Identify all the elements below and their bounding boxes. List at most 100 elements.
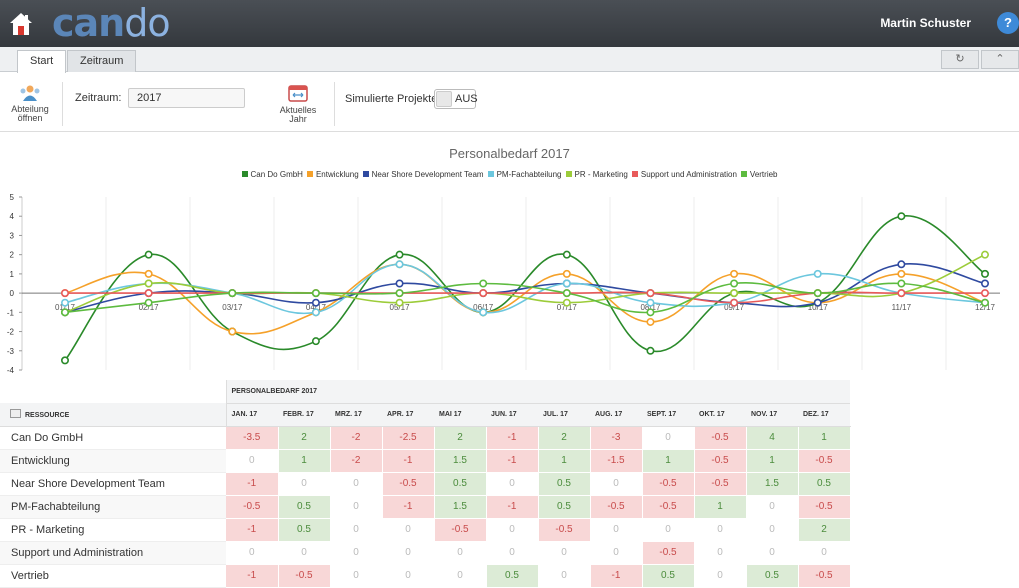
value-cell[interactable]: 2 <box>434 426 487 450</box>
table-row[interactable]: PR - Marketing -1 0.5 0 0 -0.5 0 -0.5 0 0 0 0 2 <box>0 518 851 542</box>
month-header[interactable]: NOV. 17 <box>746 403 798 427</box>
value-cell[interactable]: -0.5 <box>642 495 695 519</box>
table-row[interactable]: Vertrieb -1 -0.5 0 0 0 0.5 0 -1 0.5 0 0.5 -0.5 <box>0 564 851 588</box>
value-cell[interactable]: 0 <box>798 541 851 565</box>
value-cell[interactable]: 0.5 <box>434 472 487 496</box>
table-row[interactable]: PM-Fachabteilung -0.5 0.5 0 -1 1.5 -1 0.5 -0.5 -0… <box>0 495 851 519</box>
value-cell[interactable]: -3 <box>590 426 643 450</box>
aktuelles-jahr-button[interactable]: Aktuelles Jahr <box>272 84 324 124</box>
refresh-button[interactable]: ↻ <box>941 50 979 69</box>
table-row[interactable]: Entwicklung 0 1 -2 -1 1.5 -1 1 -1.5 1 -0.5 1 -0.5 <box>0 449 851 473</box>
value-cell[interactable]: 0 <box>382 518 435 542</box>
legend-item[interactable]: Vertrieb <box>740 170 778 179</box>
value-cell[interactable]: 0 <box>226 541 279 565</box>
value-cell[interactable]: 0 <box>486 472 539 496</box>
simuliert-toggle[interactable]: AUS <box>434 89 478 109</box>
user-name[interactable]: Martin Schuster <box>880 16 971 30</box>
month-header[interactable]: APR. 17 <box>382 403 434 427</box>
tab-zeitraum[interactable]: Zeitraum <box>67 50 137 72</box>
table-row[interactable]: Near Shore Development Team -1 0 0 -0.5 0.5 0 0… <box>0 472 851 496</box>
value-cell[interactable]: -0.5 <box>642 472 695 496</box>
home-icon[interactable] <box>8 11 34 37</box>
help-icon[interactable]: ? <box>997 12 1019 34</box>
legend-item[interactable]: PM-Fachabteilung <box>487 170 562 179</box>
value-cell[interactable]: -0.5 <box>694 449 747 473</box>
value-cell[interactable]: 0 <box>486 541 539 565</box>
month-header[interactable]: SEPT. 17 <box>642 403 694 427</box>
value-cell[interactable]: 0 <box>434 564 487 588</box>
value-cell[interactable]: 2 <box>538 426 591 450</box>
value-cell[interactable]: -1 <box>486 449 539 473</box>
value-cell[interactable]: 0.5 <box>486 564 539 588</box>
value-cell[interactable]: 0 <box>434 541 487 565</box>
value-cell[interactable]: 0 <box>382 541 435 565</box>
value-cell[interactable]: -0.5 <box>434 518 487 542</box>
value-cell[interactable]: -1.5 <box>590 449 643 473</box>
month-header[interactable]: OKT. 17 <box>694 403 746 427</box>
value-cell[interactable]: 0 <box>642 518 695 542</box>
value-cell[interactable]: -0.5 <box>798 449 851 473</box>
value-cell[interactable]: 0.5 <box>278 495 331 519</box>
value-cell[interactable]: 0.5 <box>278 518 331 542</box>
month-header[interactable]: FEBR. 17 <box>278 403 330 427</box>
value-cell[interactable]: -0.5 <box>590 495 643 519</box>
value-cell[interactable]: -0.5 <box>694 426 747 450</box>
value-cell[interactable]: -0.5 <box>798 495 851 519</box>
table-row[interactable]: Can Do GmbH -3.5 2 -2 -2.5 2 -1 2 -3 0 -0.5 4 1 <box>0 426 851 450</box>
value-cell[interactable]: 0.5 <box>746 564 799 588</box>
value-cell[interactable]: 2 <box>278 426 331 450</box>
value-cell[interactable]: -0.5 <box>642 541 695 565</box>
value-cell[interactable]: -2 <box>330 426 383 450</box>
value-cell[interactable]: -1 <box>486 426 539 450</box>
value-cell[interactable]: 0 <box>330 472 383 496</box>
value-cell[interactable]: -0.5 <box>798 564 851 588</box>
value-cell[interactable]: 0 <box>590 518 643 542</box>
month-header[interactable]: JUL. 17 <box>538 403 590 427</box>
value-cell[interactable]: -3.5 <box>226 426 279 450</box>
tab-start[interactable]: Start <box>17 50 67 73</box>
value-cell[interactable]: 0 <box>590 541 643 565</box>
value-cell[interactable]: 0 <box>486 518 539 542</box>
value-cell[interactable]: -0.5 <box>538 518 591 542</box>
month-header[interactable]: AUG. 17 <box>590 403 642 427</box>
resource-header[interactable]: RESSOURCE <box>0 403 226 427</box>
value-cell[interactable]: 0.5 <box>538 472 591 496</box>
value-cell[interactable]: 0 <box>226 449 279 473</box>
value-cell[interactable]: 0.5 <box>798 472 851 496</box>
month-header[interactable]: JAN. 17 <box>225 403 278 427</box>
value-cell[interactable]: -0.5 <box>278 564 331 588</box>
value-cell[interactable]: 2 <box>798 518 851 542</box>
value-cell[interactable]: 0 <box>330 495 383 519</box>
value-cell[interactable]: 0 <box>278 472 331 496</box>
value-cell[interactable]: 0.5 <box>642 564 695 588</box>
value-cell[interactable]: 0 <box>330 541 383 565</box>
value-cell[interactable]: 0 <box>590 472 643 496</box>
value-cell[interactable]: -1 <box>226 472 279 496</box>
value-cell[interactable]: 1 <box>642 449 695 473</box>
value-cell[interactable]: -0.5 <box>694 472 747 496</box>
value-cell[interactable]: 1 <box>278 449 331 473</box>
value-cell[interactable]: 0 <box>694 564 747 588</box>
legend-item[interactable]: Support und Administration <box>631 170 737 179</box>
value-cell[interactable]: -1 <box>382 495 435 519</box>
legend-item[interactable]: Can Do GmbH <box>241 170 303 179</box>
value-cell[interactable]: 0 <box>538 564 591 588</box>
value-cell[interactable]: 0 <box>278 541 331 565</box>
value-cell[interactable]: 0 <box>538 541 591 565</box>
abteilung-oeffnen-button[interactable]: Abteilung öffnen <box>4 84 56 123</box>
value-cell[interactable]: 0 <box>746 541 799 565</box>
month-header[interactable]: JUN. 17 <box>486 403 538 427</box>
value-cell[interactable]: -0.5 <box>382 472 435 496</box>
zeitraum-input[interactable]: 2017 <box>128 88 245 108</box>
month-header[interactable]: MRZ. 17 <box>330 403 382 427</box>
value-cell[interactable]: 0 <box>746 495 799 519</box>
value-cell[interactable]: 1 <box>798 426 851 450</box>
value-cell[interactable]: 0 <box>330 518 383 542</box>
value-cell[interactable]: -2 <box>330 449 383 473</box>
value-cell[interactable]: 0.5 <box>538 495 591 519</box>
legend-item[interactable]: PR - Marketing <box>565 170 628 179</box>
value-cell[interactable]: 1 <box>746 449 799 473</box>
value-cell[interactable]: 0 <box>694 518 747 542</box>
month-header[interactable]: DEZ. 17 <box>798 403 850 427</box>
collapse-button[interactable]: ⌃ <box>981 50 1019 69</box>
